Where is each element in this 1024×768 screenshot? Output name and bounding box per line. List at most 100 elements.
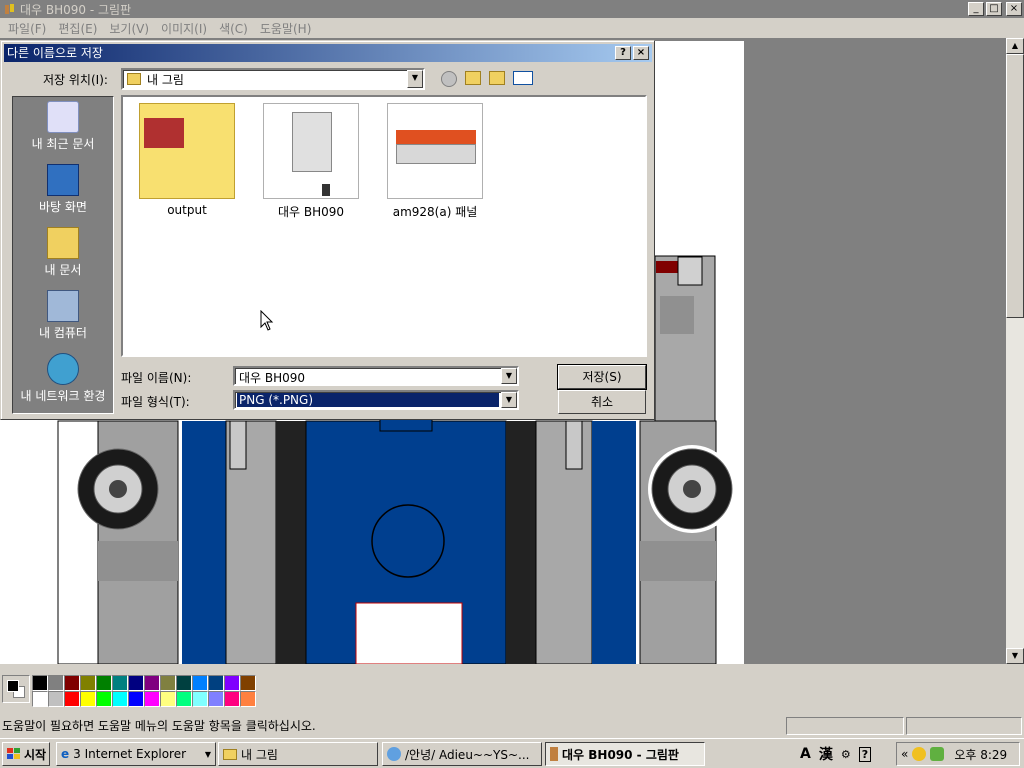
image-thumbnail [387, 103, 483, 199]
color-swatch[interactable] [32, 691, 48, 707]
color-swatch[interactable] [208, 691, 224, 707]
color-swatch[interactable] [240, 691, 256, 707]
place-desktop[interactable]: 바탕 화면 [13, 162, 113, 224]
folder-icon [127, 73, 141, 85]
place-my-computer[interactable]: 내 컴퓨터 [13, 288, 113, 350]
color-swatch[interactable] [176, 691, 192, 707]
maximize-button[interactable]: □ [986, 2, 1002, 16]
windows-logo-icon [7, 748, 20, 759]
place-label: 내 최근 문서 [31, 137, 95, 151]
view-menu-icon[interactable] [513, 71, 533, 85]
color-swatch[interactable] [128, 675, 144, 691]
color-swatch[interactable] [32, 675, 48, 691]
scroll-up-icon[interactable]: ▲ [1006, 38, 1024, 54]
task-label: /안녕/ Adieu~~YS~... [405, 747, 530, 762]
menu-view[interactable]: 보기(V) [103, 20, 155, 37]
ime-mode-hanja[interactable]: 漢 [819, 744, 833, 764]
network-places-icon [47, 353, 79, 385]
menu-colors[interactable]: 색(C) [213, 20, 254, 37]
file-type-select[interactable]: PNG (*.PNG) ▼ [233, 390, 519, 410]
folder-icon [223, 748, 237, 760]
color-swatch[interactable] [224, 691, 240, 707]
file-name: 대우 BH090 [277, 205, 345, 219]
places-bar: 내 최근 문서 바탕 화면 내 문서 내 컴퓨터 내 네트워크 환경 [12, 96, 114, 414]
back-icon[interactable] [441, 71, 457, 87]
color-swatch[interactable] [144, 675, 160, 691]
messenger-tray-icon[interactable] [912, 747, 927, 761]
file-item-am928a[interactable]: am928(a) 패널 [375, 103, 495, 220]
file-name-input[interactable]: 대우 BH090 ▼ [233, 366, 519, 386]
file-name-value[interactable]: 대우 BH090 [239, 369, 305, 386]
color-swatch[interactable] [192, 691, 208, 707]
menu-help[interactable]: 도움말(H) [254, 20, 318, 37]
color-swatch[interactable] [64, 691, 80, 707]
cancel-button[interactable]: 취소 [558, 390, 646, 414]
menu-file[interactable]: 파일(F) [2, 20, 52, 37]
task-my-pictures[interactable]: 내 그림 [218, 742, 378, 766]
color-swatch[interactable] [160, 691, 176, 707]
place-label: 내 컴퓨터 [39, 326, 87, 340]
scroll-thumb[interactable] [1006, 54, 1024, 318]
color-swatch[interactable] [240, 675, 256, 691]
my-computer-icon [47, 290, 79, 322]
color-swatch[interactable] [80, 691, 96, 707]
current-colors[interactable] [2, 675, 30, 703]
new-folder-icon[interactable] [489, 71, 505, 85]
color-swatch[interactable] [96, 675, 112, 691]
status-panel-size [906, 717, 1022, 735]
task-internet-explorer[interactable]: e 3 Internet Explorer ▼ [56, 742, 216, 766]
color-swatch[interactable] [128, 691, 144, 707]
place-my-documents[interactable]: 내 문서 [13, 225, 113, 287]
vertical-scrollbar[interactable]: ▲ ▼ [1006, 38, 1024, 664]
foreground-color [7, 680, 19, 692]
color-swatch[interactable] [112, 691, 128, 707]
color-swatch[interactable] [96, 691, 112, 707]
color-swatch[interactable] [176, 675, 192, 691]
task-messenger[interactable]: /안녕/ Adieu~~YS~... [382, 742, 542, 766]
chevron-down-icon[interactable]: ▼ [501, 368, 517, 384]
chevron-down-icon[interactable]: ▼ [407, 70, 423, 88]
desktop-icon [47, 164, 79, 196]
color-swatch[interactable] [160, 675, 176, 691]
color-swatch[interactable] [208, 675, 224, 691]
minimize-button[interactable]: _ [968, 2, 984, 16]
dialog-close-button[interactable]: × [633, 46, 649, 60]
menu-edit[interactable]: 편집(E) [52, 20, 103, 37]
network-tray-icon[interactable] [930, 747, 945, 761]
place-network[interactable]: 내 네트워크 환경 [13, 351, 113, 413]
task-paint[interactable]: 대우 BH090 - 그림판 [545, 742, 705, 766]
color-swatch[interactable] [112, 675, 128, 691]
help-icon[interactable]: ? [858, 746, 872, 762]
color-swatch[interactable] [48, 675, 64, 691]
dialog-help-button[interactable]: ? [615, 46, 631, 60]
color-swatch[interactable] [192, 675, 208, 691]
save-location-combo[interactable]: 내 그림 ▼ [121, 68, 425, 90]
file-item-output[interactable]: output [127, 103, 247, 217]
menu-image[interactable]: 이미지(I) [155, 20, 213, 37]
color-swatch[interactable] [64, 675, 80, 691]
ime-mode-english[interactable]: A [800, 746, 811, 762]
task-label: 3 Internet Explorer [73, 747, 187, 761]
file-item-bh090[interactable]: 대우 BH090 [251, 103, 371, 220]
up-folder-icon[interactable] [465, 71, 481, 85]
dialog-title: 다른 이름으로 저장 [7, 46, 103, 60]
file-name: output [167, 203, 207, 217]
messenger-icon [387, 747, 401, 761]
scroll-down-icon[interactable]: ▼ [1006, 648, 1024, 664]
save-as-dialog: 다른 이름으로 저장 ? × 저장 위치(I): 내 그림 ▼ 내 최근 문서 … [0, 40, 655, 420]
chevron-down-icon[interactable]: ▼ [501, 392, 517, 408]
clock[interactable]: 오후 8:29 [954, 746, 1007, 763]
place-recent[interactable]: 내 최근 문서 [13, 99, 113, 161]
color-swatch[interactable] [224, 675, 240, 691]
start-button[interactable]: 시작 [2, 742, 50, 766]
my-documents-icon [47, 227, 79, 259]
close-button[interactable]: × [1006, 2, 1022, 16]
tray-expand-icon[interactable]: « [901, 747, 908, 761]
ime-toolbar-icon[interactable]: ⚙ [841, 748, 851, 761]
color-swatch[interactable] [48, 691, 64, 707]
place-label: 내 문서 [44, 263, 82, 277]
color-swatch[interactable] [144, 691, 160, 707]
color-swatch[interactable] [80, 675, 96, 691]
save-location-label: 저장 위치(I): [43, 73, 108, 87]
save-button[interactable]: 저장(S) [557, 364, 647, 390]
